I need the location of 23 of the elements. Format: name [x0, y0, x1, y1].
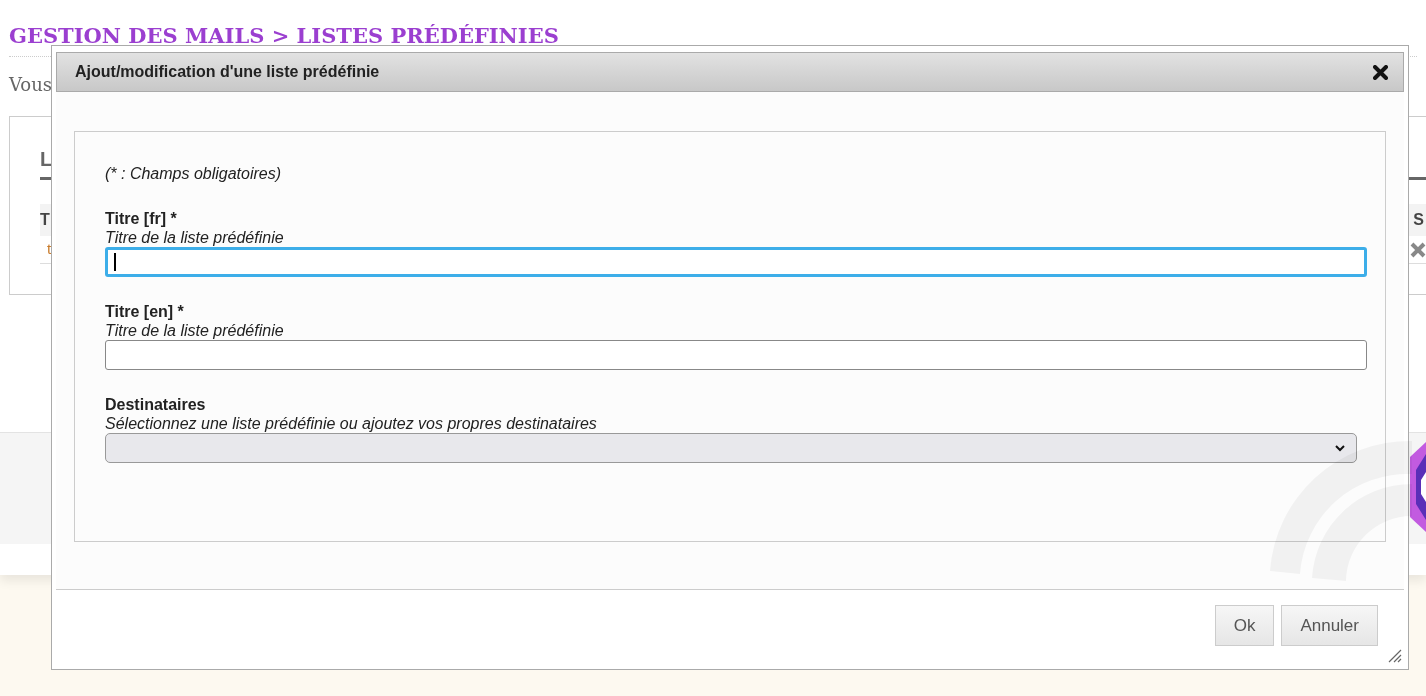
table-cell-text: t — [47, 239, 52, 260]
input-field[interactable] — [105, 340, 1367, 370]
chevron-down-icon — [1334, 444, 1346, 452]
dropdown-field[interactable] — [105, 433, 1357, 463]
input-field[interactable] — [105, 247, 1367, 277]
resize-grip-icon[interactable] — [1386, 647, 1402, 663]
field-help: Sélectionnez une liste prédéfinie ou ajoutez vos propres destinataires — [105, 414, 598, 433]
column-header: S — [1413, 210, 1424, 230]
field-help: Titre de la liste prédéfinie — [105, 321, 285, 340]
close-icon[interactable] — [1373, 64, 1388, 80]
delete-icon[interactable] — [1410, 241, 1426, 258]
field-label: Titre [fr] * — [105, 209, 178, 228]
dialog-button[interactable]: Ok — [1214, 605, 1275, 646]
field-help: Titre de la liste prédéfinie — [105, 228, 285, 247]
intro-text: Vous — [9, 73, 53, 97]
section-heading: L — [40, 147, 53, 171]
dialog-button[interactable]: Annuler — [1281, 605, 1378, 646]
field-label: Titre [en] * — [105, 302, 185, 321]
required-note: (* : Champs obligatoires) — [105, 164, 283, 184]
breadcrumb-title: GESTION DES MAILS > LISTES PRÉDÉFINIES — [9, 22, 560, 50]
dialog-title: Ajout/modification d'une liste prédéfinie — [75, 62, 380, 82]
column-header: T — [40, 210, 50, 230]
field-label: Destinataires — [105, 395, 207, 414]
